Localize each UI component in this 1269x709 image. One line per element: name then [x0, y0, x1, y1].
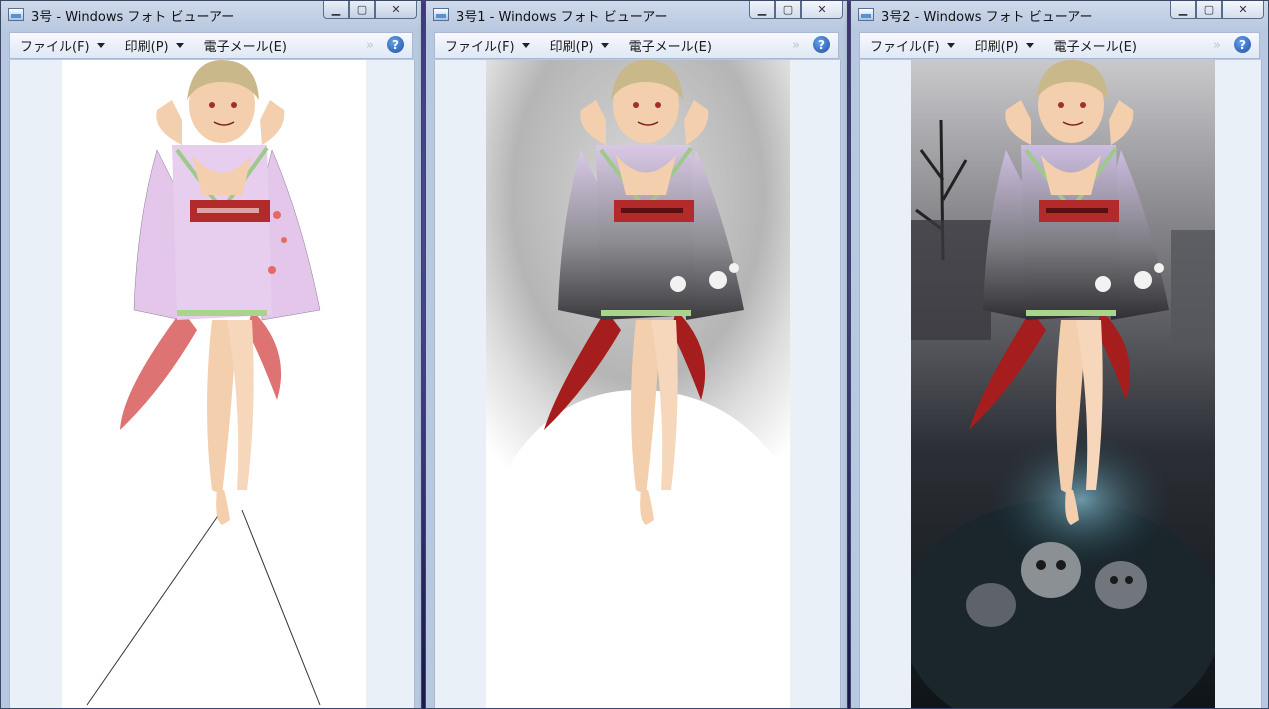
- email-button[interactable]: 電子メール(E): [1044, 36, 1147, 55]
- maximize-button[interactable]: ▢: [775, 1, 801, 19]
- chevron-down-icon: [175, 43, 184, 48]
- more-commands-icon[interactable]: »: [1213, 38, 1221, 53]
- image-viewport: [434, 60, 841, 708]
- photo-viewer-window-1[interactable]: 3号 - Windows フォト ビューアー ▁ ▢ ✕ ファイル(F) 印刷(…: [0, 0, 422, 709]
- close-icon: ✕: [817, 3, 827, 16]
- window-title: 3号 - Windows フォト ビューアー: [31, 10, 235, 25]
- print-menu[interactable]: 印刷(P): [115, 36, 194, 55]
- command-bar: ファイル(F) 印刷(P) 電子メール(E) » ?: [9, 32, 413, 59]
- title-bar[interactable]: 3号1 - Windows フォト ビューアー ▁ ▢ ✕: [426, 1, 847, 29]
- file-menu[interactable]: ファイル(F): [10, 36, 115, 55]
- help-icon[interactable]: ?: [387, 36, 404, 53]
- help-icon[interactable]: ?: [813, 36, 830, 53]
- minimize-button[interactable]: ▁: [749, 1, 775, 19]
- email-label: 電子メール(E): [628, 40, 712, 55]
- maximize-icon: ▢: [782, 3, 794, 16]
- file-menu-label: ファイル(F): [445, 40, 515, 55]
- print-menu-label: 印刷(P): [549, 40, 594, 55]
- photo-viewer-window-2[interactable]: 3号1 - Windows フォト ビューアー ▁ ▢ ✕ ファイル(F) 印刷…: [425, 0, 848, 709]
- photo-viewer-icon: [433, 8, 449, 21]
- print-menu[interactable]: 印刷(P): [540, 36, 619, 55]
- window-title: 3号2 - Windows フォト ビューアー: [881, 10, 1093, 25]
- displayed-image: [486, 60, 790, 708]
- file-menu[interactable]: ファイル(F): [860, 36, 965, 55]
- displayed-image: [911, 60, 1215, 708]
- chevron-down-icon: [521, 43, 530, 48]
- more-commands-icon[interactable]: »: [792, 38, 800, 53]
- illustration-dark-scene: [911, 60, 1215, 708]
- email-label: 電子メール(E): [203, 40, 287, 55]
- print-menu[interactable]: 印刷(P): [965, 36, 1044, 55]
- illustration-line-art: [86, 60, 321, 706]
- photo-viewer-icon: [8, 8, 24, 21]
- chevron-down-icon: [946, 43, 955, 48]
- maximize-button[interactable]: ▢: [349, 1, 375, 19]
- file-menu-label: ファイル(F): [870, 40, 940, 55]
- maximize-icon: ▢: [356, 3, 368, 16]
- command-bar: ファイル(F) 印刷(P) 電子メール(E) » ?: [434, 32, 839, 59]
- email-button[interactable]: 電子メール(E): [619, 36, 722, 55]
- image-viewport: [9, 60, 415, 708]
- displayed-image: [62, 60, 366, 708]
- help-icon[interactable]: ?: [1234, 36, 1251, 53]
- file-menu[interactable]: ファイル(F): [435, 36, 540, 55]
- illustration-grey-background: [486, 60, 790, 708]
- minimize-icon: ▁: [331, 3, 341, 16]
- email-label: 電子メール(E): [1053, 40, 1137, 55]
- minimize-icon: ▁: [757, 3, 767, 16]
- close-icon: ✕: [391, 3, 401, 16]
- image-viewport: [859, 60, 1262, 708]
- chevron-down-icon: [600, 43, 609, 48]
- title-bar[interactable]: 3号2 - Windows フォト ビューアー ▁ ▢ ✕: [851, 1, 1268, 29]
- print-menu-label: 印刷(P): [974, 40, 1019, 55]
- minimize-button[interactable]: ▁: [1170, 1, 1196, 19]
- close-button[interactable]: ✕: [801, 1, 843, 19]
- chevron-down-icon: [96, 43, 105, 48]
- photo-viewer-window-3[interactable]: 3号2 - Windows フォト ビューアー ▁ ▢ ✕ ファイル(F) 印刷…: [850, 0, 1269, 709]
- minimize-icon: ▁: [1178, 3, 1188, 16]
- maximize-button[interactable]: ▢: [1196, 1, 1222, 19]
- close-button[interactable]: ✕: [375, 1, 417, 19]
- window-title: 3号1 - Windows フォト ビューアー: [456, 10, 668, 25]
- print-menu-label: 印刷(P): [124, 40, 169, 55]
- file-menu-label: ファイル(F): [20, 40, 90, 55]
- maximize-icon: ▢: [1203, 3, 1215, 16]
- close-icon: ✕: [1238, 3, 1248, 16]
- more-commands-icon[interactable]: »: [366, 38, 374, 53]
- command-bar: ファイル(F) 印刷(P) 電子メール(E) » ?: [859, 32, 1260, 59]
- title-bar[interactable]: 3号 - Windows フォト ビューアー ▁ ▢ ✕: [1, 1, 421, 29]
- close-button[interactable]: ✕: [1222, 1, 1264, 19]
- chevron-down-icon: [1025, 43, 1034, 48]
- photo-viewer-icon: [858, 8, 874, 21]
- email-button[interactable]: 電子メール(E): [194, 36, 297, 55]
- minimize-button[interactable]: ▁: [323, 1, 349, 19]
